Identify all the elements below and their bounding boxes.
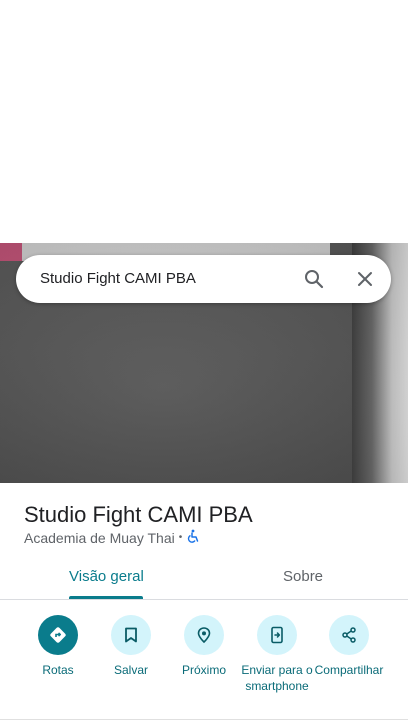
place-category: Academia de Muay Thai [24,529,175,546]
save-button[interactable]: Salvar [92,615,170,678]
tab-about[interactable]: Sobre [283,568,323,585]
nearby-label: Próximo [181,663,226,677]
action-row: Rotas Salvar Próximo Enviar para o smart… [0,615,408,715]
divider [0,719,408,720]
bookmark-icon[interactable] [111,615,151,655]
search-icon[interactable] [302,267,326,291]
active-tab-indicator [69,596,143,599]
tab-bar: Visão geral Sobre [0,561,408,600]
nearby-icon[interactable] [184,615,224,655]
directions-label: Rotas [42,663,74,677]
search-bar[interactable]: Studio Fight CAMI PBA [16,255,391,303]
place-sheet: Studio Fight CAMI PBA Academia de Muay T… [0,483,408,726]
close-icon[interactable] [353,267,377,291]
save-label: Salvar [113,663,148,677]
send-to-phone-button[interactable]: Enviar para o smartphone [238,615,316,694]
search-query[interactable]: Studio Fight CAMI PBA [40,270,196,287]
separator-dot: • [178,532,183,543]
share-button[interactable]: Compartilhar [310,615,388,678]
directions-icon[interactable] [38,615,78,655]
place-title: Studio Fight CAMI PBA [24,502,253,527]
directions-button[interactable]: Rotas [19,615,97,678]
share-icon[interactable] [329,615,369,655]
tab-overview[interactable]: Visão geral [69,568,144,585]
send-to-phone-icon[interactable] [257,615,297,655]
send-to-phone-label: Enviar para o smartphone [241,663,313,693]
nearby-button[interactable]: Próximo [165,615,243,678]
wheelchair-icon [186,529,200,546]
share-label: Compartilhar [314,663,384,677]
place-subtitle: Academia de Muay Thai • [24,529,200,546]
map-area[interactable] [0,0,408,243]
